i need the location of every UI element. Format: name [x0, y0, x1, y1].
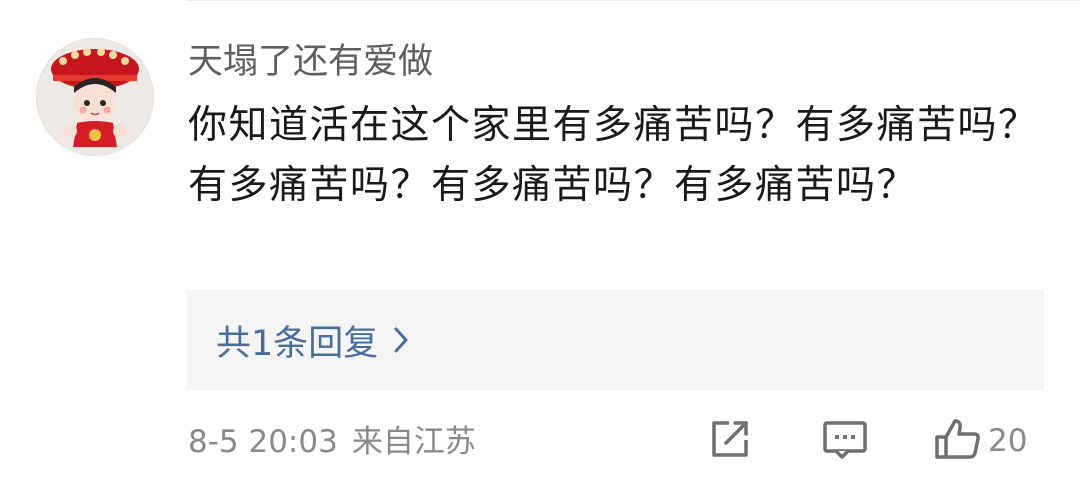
like-count: 20 — [988, 423, 1028, 459]
comment-location: 来自江苏 — [351, 424, 476, 460]
forward-button[interactable] — [708, 419, 752, 463]
chevron-right-icon — [394, 327, 408, 353]
view-replies-button[interactable]: 共1条回复 — [186, 290, 1044, 390]
comment-text: 你知道活在这个家里有多痛苦吗？有多痛苦吗？有多痛苦吗？有多痛苦吗？有多痛苦吗？ — [188, 103, 1039, 208]
share-forward-icon — [708, 417, 752, 465]
avatar[interactable] — [36, 38, 154, 156]
username[interactable]: 天塌了还有爱做 — [188, 40, 433, 84]
comment-time: 8-5 20:03 — [188, 424, 338, 460]
like-button[interactable]: 20 — [934, 419, 1027, 463]
comment-button[interactable] — [822, 419, 868, 463]
comment-bubble-icon — [822, 417, 868, 465]
comment-meta: 8-5 20:03 来自江苏 — [188, 420, 476, 464]
thumbs-up-icon — [934, 417, 982, 465]
top-divider — [186, 0, 1080, 1]
replies-count-label: 共1条回复 — [216, 323, 379, 364]
